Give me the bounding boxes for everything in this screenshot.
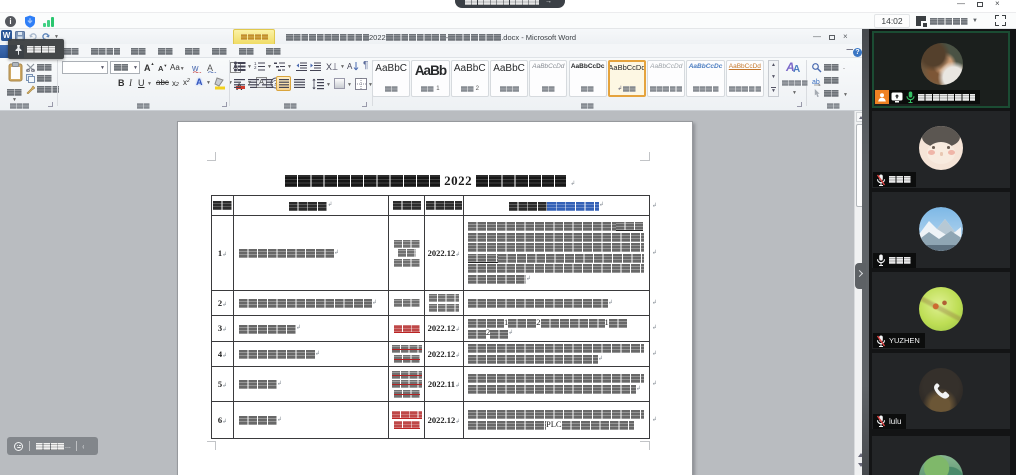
svg-text:X: X	[326, 62, 332, 72]
svg-text:2: 2	[254, 65, 257, 70]
svg-text:A: A	[347, 62, 353, 71]
